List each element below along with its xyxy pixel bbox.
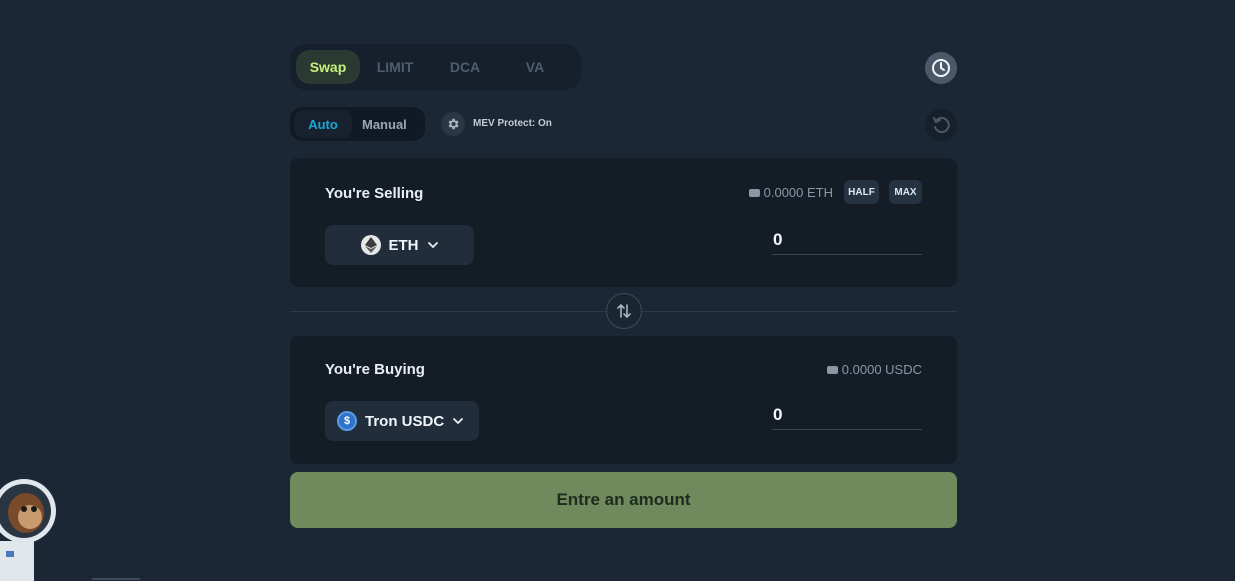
mev-protect-status[interactable]: MEV Protect: On [473, 118, 552, 129]
refresh-button[interactable] [925, 109, 957, 141]
buy-token-selector[interactable]: $ Tron USDC [325, 401, 479, 441]
usdc-icon: $ [337, 411, 357, 431]
wallet-icon [748, 188, 760, 197]
clock-icon [932, 59, 950, 77]
buy-label: You're Buying [325, 361, 425, 378]
route-toggle: Auto Manual [290, 107, 425, 141]
switch-tokens-button[interactable] [606, 293, 642, 329]
chevron-down-icon [453, 418, 464, 424]
buy-balance-value: 0.0000 USDC [841, 362, 922, 377]
buy-token-symbol: Tron USDC [365, 412, 445, 430]
settings-button[interactable] [441, 112, 465, 136]
swap-arrows-icon [617, 304, 631, 318]
buy-amount-input[interactable] [772, 400, 922, 430]
bottom-divider [92, 578, 140, 580]
sell-token-symbol: ETH [388, 236, 419, 254]
max-button[interactable]: MAX [889, 180, 922, 204]
tab-limit[interactable]: LIMIT [360, 50, 430, 84]
sell-balance[interactable]: 0.0000 ETH [748, 185, 833, 200]
gear-icon [448, 118, 459, 130]
history-button[interactable] [925, 52, 957, 84]
refresh-icon [933, 117, 950, 134]
chevron-down-icon [427, 242, 438, 248]
sell-amount-input[interactable] [772, 225, 922, 255]
sell-label: You're Selling [325, 185, 424, 202]
tab-va[interactable]: VA [500, 50, 570, 84]
sell-card: You're Selling 0.0000 ETH HALF MAX ETH [290, 158, 957, 287]
sell-balance-value: 0.0000 ETH [763, 185, 833, 200]
tab-dca[interactable]: DCA [430, 50, 500, 84]
astronaut-monkey-mascot[interactable] [0, 471, 56, 581]
route-auto-button[interactable]: Auto [294, 110, 352, 138]
half-button[interactable]: HALF [844, 180, 879, 204]
buy-balance: 0.0000 USDC [826, 362, 922, 377]
mode-tabs: Swap LIMIT DCA VA [290, 44, 581, 90]
submit-button[interactable]: Entre an amount [290, 472, 957, 528]
wallet-icon [826, 365, 838, 374]
sell-token-selector[interactable]: ETH [325, 225, 474, 265]
buy-card: You're Buying 0.0000 USDC $ Tron USDC [290, 336, 957, 464]
tab-swap[interactable]: Swap [296, 50, 360, 84]
ethereum-icon [360, 235, 381, 255]
route-manual-button[interactable]: Manual [352, 110, 417, 138]
